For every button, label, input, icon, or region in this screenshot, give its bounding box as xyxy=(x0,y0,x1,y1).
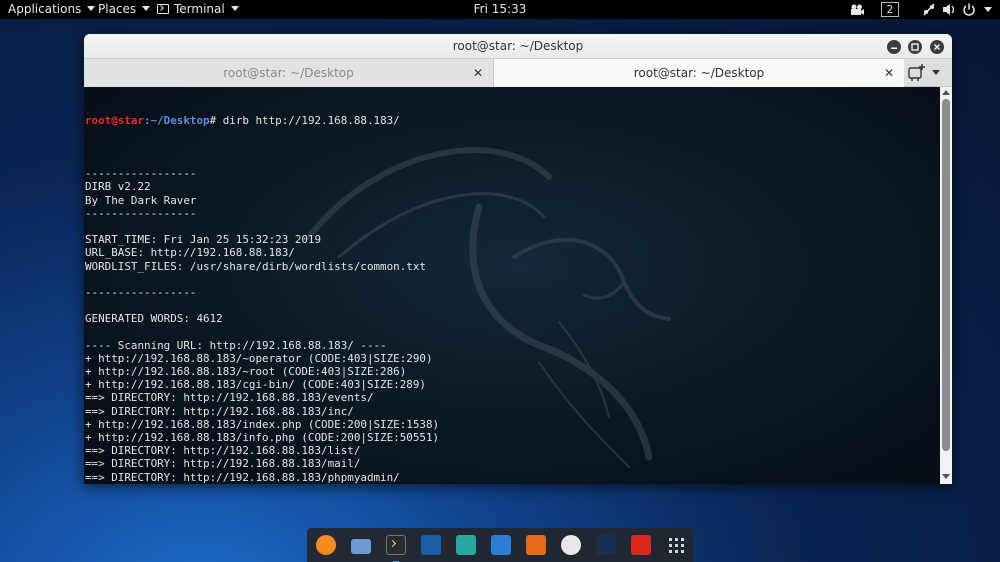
maltego-icon[interactable] xyxy=(593,533,619,557)
tab-2[interactable]: root@star: ~/Desktop ✕ xyxy=(494,59,904,87)
new-tab-icon[interactable] xyxy=(904,59,928,87)
volume-icon[interactable] xyxy=(942,3,956,16)
terminal-line: ==> DIRECTORY: http://192.168.88.183/lis… xyxy=(85,444,361,458)
output-lines: ----------------- DIRB v2.22 By The Dark R… xyxy=(85,154,935,484)
terminal-line: ---- Scanning URL: http://192.168.88.183… xyxy=(85,338,387,352)
minimize-button[interactable] xyxy=(887,40,901,54)
flash-icon[interactable] xyxy=(628,533,654,557)
tab-1-label: root@star: ~/Desktop xyxy=(223,66,354,80)
terminal-line: ----------------- xyxy=(85,167,197,181)
tab-bar: root@star: ~/Desktop ✕ root@star: ~/Desk… xyxy=(84,59,952,87)
top-panel: Applications Places Terminal Fri 15:33 2 xyxy=(0,0,1000,19)
terminal-line: START_TIME: Fri Jan 25 15:32:23 2019 xyxy=(85,233,322,247)
minimize-icon xyxy=(891,47,897,49)
window-titlebar[interactable]: root@star: ~/Desktop xyxy=(84,34,952,59)
terminal-scrollbar[interactable] xyxy=(940,87,952,484)
terminal-line: + http://192.168.88.183/~operator (CODE:… xyxy=(85,351,433,365)
terminal-line: ==> DIRECTORY: http://192.168.88.183/inc… xyxy=(85,404,354,418)
tab-2-label: root@star: ~/Desktop xyxy=(633,66,765,80)
system-menu-chevron-icon[interactable] xyxy=(984,7,992,12)
terminal-line: ----------------- xyxy=(85,206,197,220)
wireshark-icon[interactable] xyxy=(488,533,514,557)
power-icon[interactable] xyxy=(962,3,976,16)
firefox-icon[interactable] xyxy=(313,533,339,557)
terminal-app-icon[interactable] xyxy=(383,533,409,562)
scrollbar-thumb[interactable] xyxy=(942,99,950,451)
terminal-line: DIRB v2.22 xyxy=(85,180,151,194)
network-icon[interactable] xyxy=(922,3,936,16)
tab-1[interactable]: root@star: ~/Desktop ✕ xyxy=(84,59,494,87)
maximize-button[interactable] xyxy=(908,40,922,54)
terminal-line: ==> DIRECTORY: http://192.168.88.183/php… xyxy=(85,470,400,484)
terminal-line: + http://192.168.88.183/index.php (CODE:… xyxy=(85,417,440,431)
video-camera-icon[interactable] xyxy=(850,3,864,16)
terminal-output[interactable]: root@star:~/Desktop# dirb http://192.168… xyxy=(84,87,952,484)
terminal-line: URL_BASE: http://192.168.88.183/ xyxy=(85,246,295,260)
workspace-indicator[interactable]: 2 xyxy=(881,2,899,17)
terminal-line: + http://192.168.88.183/~root (CODE:403|… xyxy=(85,365,407,378)
terminal-line: By The Dark Raver xyxy=(85,193,197,207)
armitage-icon[interactable] xyxy=(453,533,479,557)
scroll-up-icon[interactable] xyxy=(942,90,950,95)
prompt-user: root@star xyxy=(85,114,145,128)
terminal-line: ==> DIRECTORY: http://192.168.88.183/eve… xyxy=(85,391,374,405)
dock xyxy=(307,528,693,562)
close-icon xyxy=(934,44,940,50)
terminal-line: ----------------- xyxy=(85,285,197,299)
prompt-command: # dirb http://192.168.88.183/ xyxy=(209,114,400,128)
files-icon[interactable] xyxy=(348,533,374,557)
faraday-icon[interactable] xyxy=(558,533,584,557)
window-title: root@star: ~/Desktop xyxy=(452,39,584,53)
command-line: root@star:~/Desktop# dirb http://192.168… xyxy=(85,114,935,127)
close-window-button[interactable] xyxy=(930,40,944,54)
terminal-line: + http://192.168.88.183/info.php (CODE:2… xyxy=(85,430,440,444)
scroll-down-icon[interactable] xyxy=(942,474,950,479)
terminal-window: root@star: ~/Desktop root@star: ~/Deskto… xyxy=(84,34,952,484)
tab-2-close-icon[interactable]: ✕ xyxy=(884,59,894,87)
clock-label: Fri 15:33 xyxy=(473,2,527,16)
terminal-line: WORDLIST_FILES: /usr/share/dirb/wordlist… xyxy=(85,259,426,273)
tab-1-close-icon[interactable]: ✕ xyxy=(473,59,483,87)
terminal-line: GENERATED WORDS: 4612 xyxy=(85,312,223,326)
terminal-line: + http://192.168.88.183/cgi-bin/ (CODE:4… xyxy=(85,378,426,392)
tab-menu-chevron-icon[interactable] xyxy=(932,70,940,75)
app-grid-icon[interactable] xyxy=(663,533,689,557)
terminal-text: root@star:~/Desktop# dirb http://192.168… xyxy=(85,88,935,484)
metasploit-icon[interactable] xyxy=(418,533,444,557)
burpsuite-icon[interactable] xyxy=(523,533,549,557)
terminal-line: ==> DIRECTORY: http://192.168.88.183/mai… xyxy=(85,457,361,471)
maximize-icon xyxy=(911,43,919,51)
prompt-path: :~/Desktop xyxy=(144,114,210,128)
